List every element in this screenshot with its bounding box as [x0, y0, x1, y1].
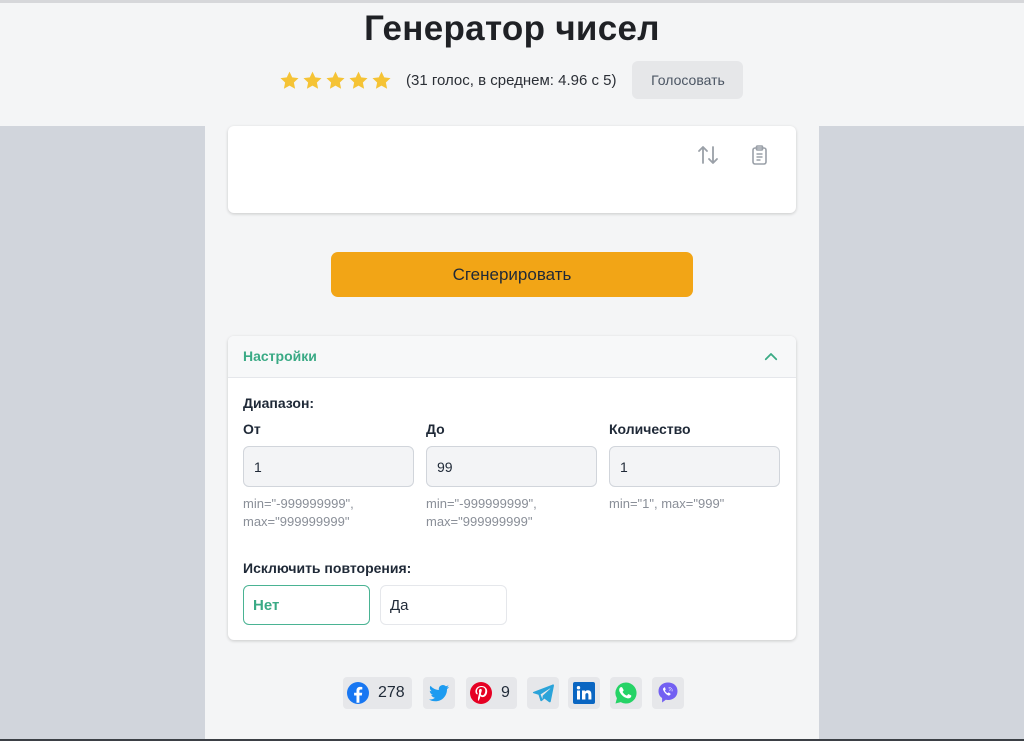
- pinterest-icon: [470, 682, 492, 704]
- generate-button[interactable]: Сгенерировать: [331, 252, 693, 297]
- from-label: От: [243, 421, 261, 437]
- swap-icon[interactable]: [696, 143, 720, 167]
- settings-title: Настройки: [243, 348, 317, 364]
- main-column: Сгенерировать Настройки Диапазон: От До …: [205, 126, 819, 741]
- star-icon[interactable]: [371, 70, 392, 91]
- telegram-icon: [532, 684, 554, 703]
- from-input[interactable]: [243, 446, 414, 487]
- exclude-yes-button[interactable]: Да: [380, 585, 507, 625]
- facebook-share-count: 278: [378, 684, 405, 701]
- telegram-share-button[interactable]: [527, 677, 559, 709]
- pinterest-share-count: 9: [501, 684, 510, 701]
- result-output: [228, 126, 796, 213]
- facebook-share-button[interactable]: 278: [343, 677, 412, 709]
- whatsapp-icon: [615, 682, 637, 704]
- star-icon[interactable]: [302, 70, 323, 91]
- settings-header[interactable]: Настройки: [228, 336, 796, 378]
- rating-summary: (31 голос, в среднем: 4.96 с 5): [406, 71, 617, 89]
- to-input[interactable]: [426, 446, 597, 487]
- clipboard-icon[interactable]: [748, 143, 772, 167]
- count-input[interactable]: [609, 446, 780, 487]
- star-icon[interactable]: [325, 70, 346, 91]
- settings-panel: Настройки Диапазон: От До Количество min…: [228, 336, 796, 640]
- chevron-up-icon[interactable]: [762, 348, 780, 366]
- twitter-share-button[interactable]: [423, 677, 455, 709]
- star-icon[interactable]: [279, 70, 300, 91]
- viber-share-button[interactable]: [652, 677, 684, 709]
- star-rating[interactable]: [279, 70, 392, 91]
- count-label: Количество: [609, 421, 691, 437]
- twitter-icon: [429, 685, 449, 702]
- exclude-no-button[interactable]: Нет: [243, 585, 370, 625]
- exclude-repeats-label: Исключить повторения:: [243, 560, 412, 576]
- page-title: Генератор чисел: [364, 9, 660, 48]
- whatsapp-share-button[interactable]: [610, 677, 642, 709]
- star-icon[interactable]: [348, 70, 369, 91]
- facebook-icon: [347, 682, 369, 704]
- vote-button[interactable]: Голосовать: [632, 61, 744, 99]
- linkedin-share-button[interactable]: [568, 677, 600, 709]
- viber-icon: [658, 682, 678, 703]
- pinterest-share-button[interactable]: 9: [466, 677, 517, 709]
- range-label: Диапазон:: [243, 395, 315, 411]
- to-label: До: [426, 421, 445, 437]
- rating-row: (31 голос, в среднем: 4.96 с 5) Голосова…: [279, 61, 744, 99]
- from-hint: min="-999999999", max="999999999": [243, 496, 354, 529]
- page-header: Генератор чисел (31 голос, в среднем: 4.…: [0, 0, 1024, 126]
- linkedin-icon: [573, 682, 595, 704]
- count-hint: min="1", max="999": [609, 496, 725, 511]
- to-hint: min="-999999999", max="999999999": [426, 496, 537, 529]
